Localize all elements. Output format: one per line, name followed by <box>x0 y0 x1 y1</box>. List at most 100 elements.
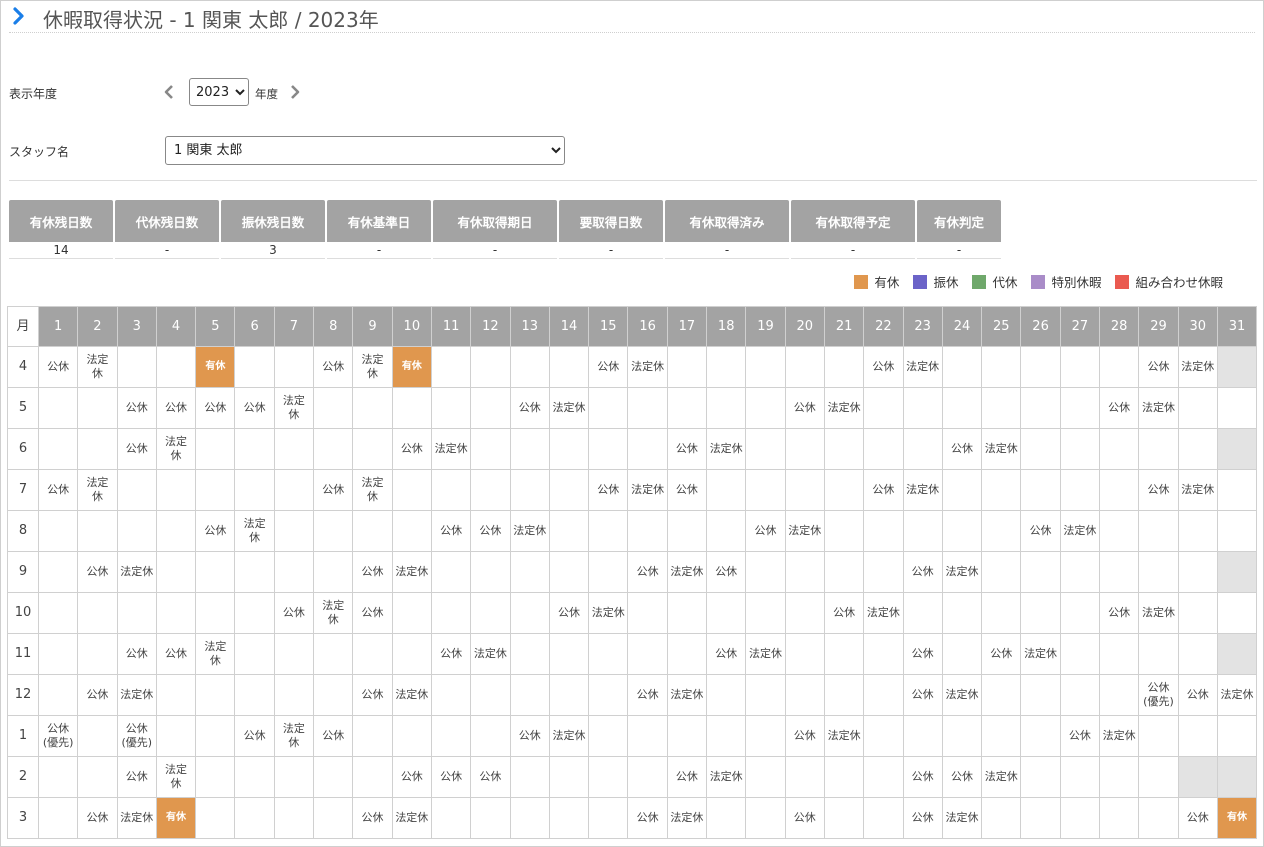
day-cell <box>391 633 432 675</box>
no-day-cell <box>1216 633 1258 675</box>
holiday-cell: 公休 <box>430 633 472 675</box>
day-cell <box>941 469 983 511</box>
day-cell <box>77 428 118 470</box>
day-cell <box>823 346 865 388</box>
holiday-cell: 法定休 <box>863 592 904 634</box>
day-cell <box>548 551 590 593</box>
day-cell <box>430 469 472 511</box>
day-cell <box>273 428 315 470</box>
day-cell <box>1020 756 1061 798</box>
day-cell <box>155 510 197 552</box>
next-year-button[interactable] <box>287 83 303 101</box>
holiday-cell: 公休 <box>470 510 511 552</box>
day-cell <box>706 797 747 839</box>
holiday-cell: 法定 休 <box>313 592 354 634</box>
day-cell <box>1059 797 1101 839</box>
day-cell <box>1020 797 1061 839</box>
holiday-cell: 公休 <box>1138 469 1179 511</box>
day-cell <box>745 674 786 716</box>
holiday-cell: 公休 <box>352 797 393 839</box>
day-cell <box>509 756 550 798</box>
day-cell <box>823 797 865 839</box>
day-cell <box>863 797 904 839</box>
holiday-cell: 法定休 <box>627 469 668 511</box>
summary-value: 14 <box>9 242 113 259</box>
day-cell <box>1099 756 1140 798</box>
holiday-cell: 法定休 <box>784 510 825 552</box>
staff-select[interactable]: 1 関東 太郎 <box>165 136 565 165</box>
divider <box>9 180 1257 181</box>
summary-header: 有休判定 <box>917 200 1001 242</box>
holiday-cell: 法定休 <box>745 633 786 675</box>
day-cell <box>1059 592 1101 634</box>
day-cell <box>548 756 590 798</box>
day-cell <box>627 428 668 470</box>
legend-label: 組み合わせ休暇 <box>1135 275 1223 290</box>
day-cell <box>627 633 668 675</box>
day-cell <box>509 674 550 716</box>
day-cell <box>509 428 550 470</box>
holiday-cell: 公休 <box>706 633 747 675</box>
day-cell <box>941 510 983 552</box>
day-column-header: 9 <box>352 306 393 347</box>
month-label: 1 <box>7 715 39 757</box>
holiday-cell: 法定休 <box>116 551 157 593</box>
holiday-cell: 公休 <box>195 510 236 552</box>
month-label: 3 <box>7 797 39 839</box>
holiday-cell: 公休 (優先) <box>1138 674 1179 716</box>
holiday-cell: 公休 (優先) <box>116 715 157 757</box>
day-cell <box>509 551 550 593</box>
day-cell <box>627 387 668 429</box>
day-cell <box>1177 592 1218 634</box>
holiday-cell: 公休 <box>155 633 197 675</box>
chevron-right-icon <box>291 85 300 99</box>
summary-column: 代休残日数 - <box>115 200 219 259</box>
day-cell <box>155 674 197 716</box>
no-day-cell <box>1216 551 1258 593</box>
holiday-cell: 公休 <box>195 387 236 429</box>
day-cell <box>155 551 197 593</box>
day-cell <box>352 715 393 757</box>
day-cell <box>273 756 315 798</box>
holiday-cell: 法定休 <box>391 551 432 593</box>
holiday-cell: 公休 <box>430 756 472 798</box>
day-cell <box>745 346 786 388</box>
day-cell <box>1177 633 1218 675</box>
day-cell <box>548 428 590 470</box>
day-cell <box>745 469 786 511</box>
month-label: 6 <box>7 428 39 470</box>
month-label: 4 <box>7 346 39 388</box>
month-label: 5 <box>7 387 39 429</box>
day-cell <box>1020 346 1061 388</box>
day-cell <box>195 428 236 470</box>
summary-column: 有休残日数 14 <box>9 200 113 259</box>
day-cell <box>863 674 904 716</box>
day-column-header: 21 <box>823 306 865 347</box>
day-cell <box>588 797 629 839</box>
day-cell <box>588 551 629 593</box>
day-cell <box>313 551 354 593</box>
day-cell <box>352 633 393 675</box>
day-column-header: 22 <box>863 306 904 347</box>
day-cell <box>313 428 354 470</box>
holiday-cell: 法定休 <box>1177 346 1218 388</box>
day-cell <box>1059 633 1101 675</box>
year-select[interactable]: 2023 <box>189 78 249 106</box>
summary-column: 有休取得期日 - <box>433 200 557 259</box>
day-cell <box>37 633 79 675</box>
day-cell <box>627 715 668 757</box>
holiday-cell: 公休 <box>941 428 983 470</box>
holiday-cell: 法定 休 <box>77 346 118 388</box>
holiday-cell: 法定 休 <box>155 756 197 798</box>
day-cell <box>784 674 825 716</box>
holiday-cell: 公休 <box>352 674 393 716</box>
day-cell <box>666 510 708 552</box>
prev-year-button[interactable] <box>161 83 177 101</box>
holiday-cell: 法定休 <box>548 715 590 757</box>
day-cell <box>37 428 79 470</box>
day-cell <box>1020 674 1061 716</box>
day-cell <box>941 592 983 634</box>
holiday-cell: 公休 <box>352 592 393 634</box>
day-cell <box>1020 387 1061 429</box>
day-cell <box>430 387 472 429</box>
